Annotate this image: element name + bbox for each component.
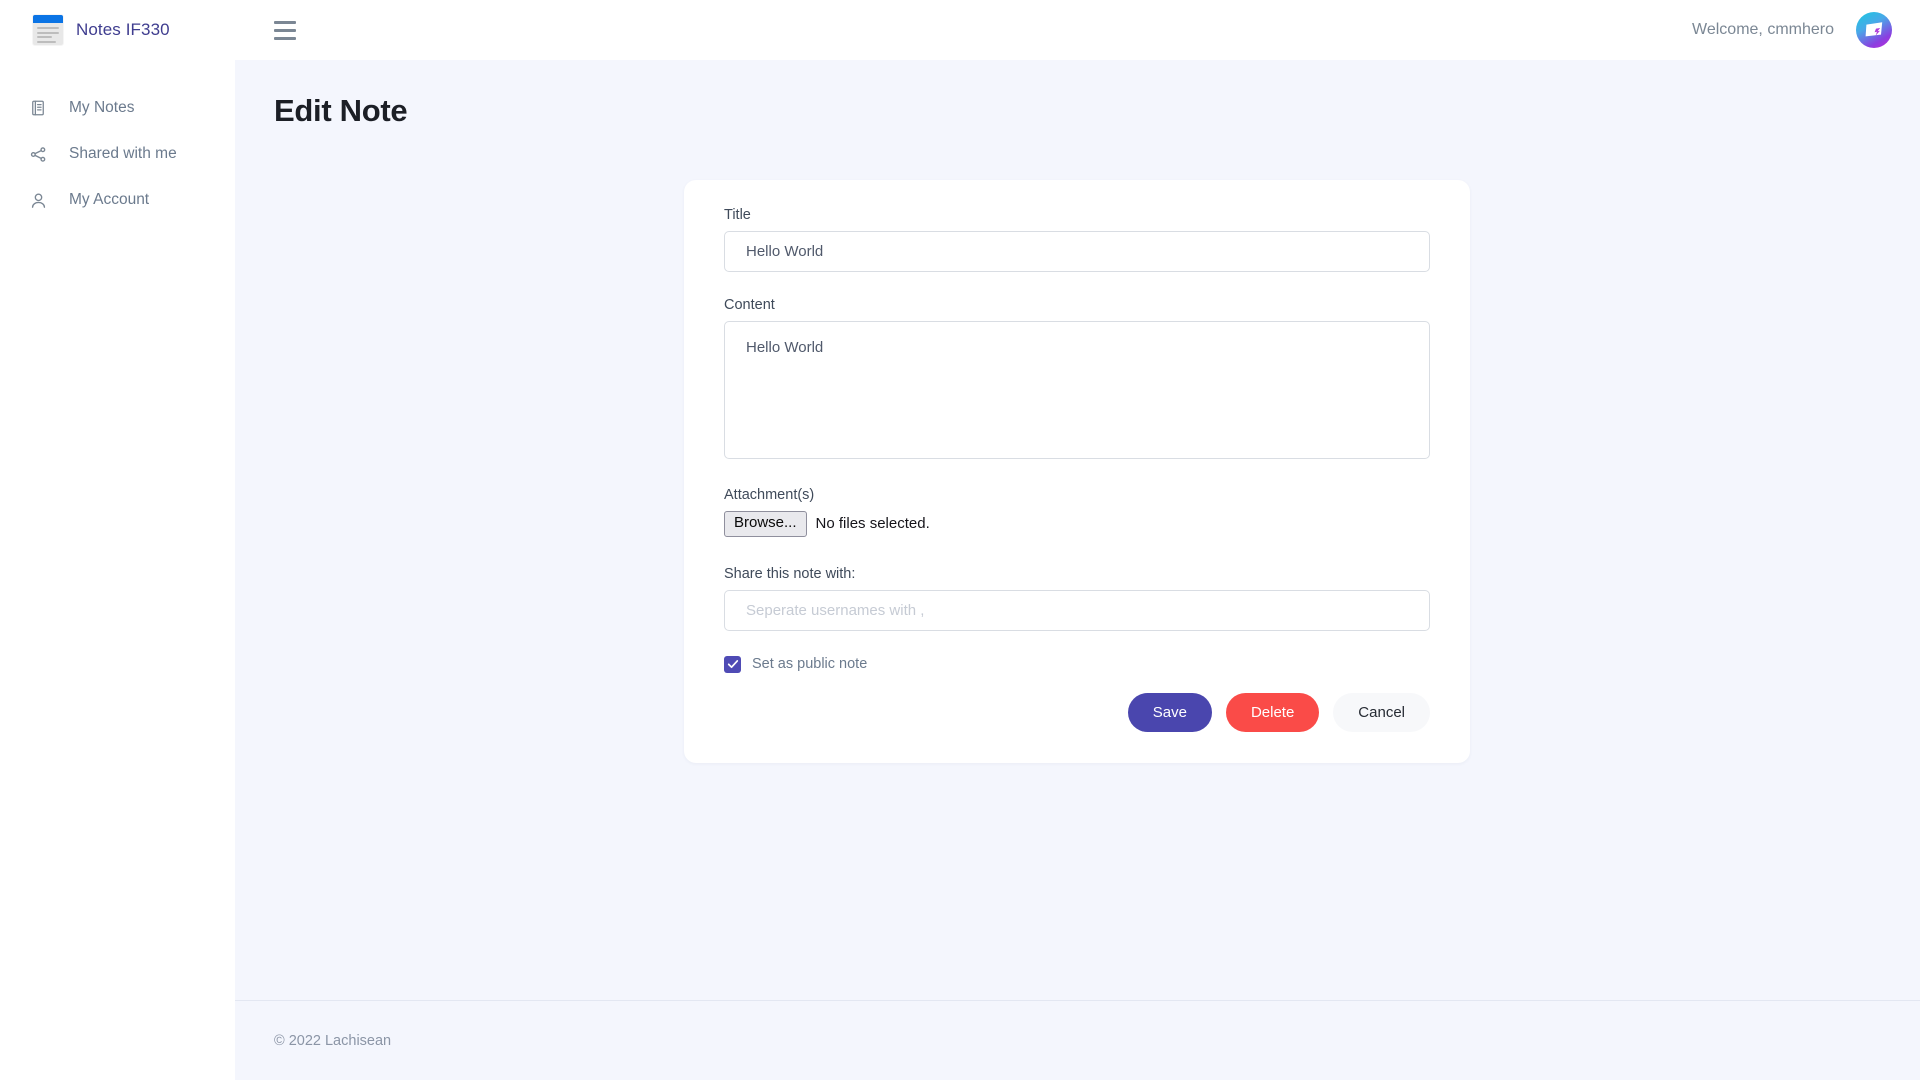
notes-document-icon (33, 15, 63, 45)
share-label: Share this note with: (724, 565, 856, 582)
sidebar-label-my-notes: My Notes (69, 99, 135, 116)
share-usernames-input[interactable] (724, 589, 1430, 631)
user-avatar[interactable] (1856, 12, 1892, 48)
copyright-text: © 2022 Lachisean (274, 1032, 392, 1049)
browse-files-button[interactable]: Browse... (724, 511, 807, 537)
public-note-label[interactable]: Set as public note (752, 656, 867, 672)
navbar-right-group: Welcome, cmmhero (1692, 12, 1892, 48)
sidebar-nav: My Notes Shared with me My Account (0, 60, 235, 1080)
form-action-buttons: Save Delete Cancel (724, 692, 1430, 732)
hamburger-menu-icon[interactable] (273, 18, 298, 42)
attachments-label: Attachment(s) (724, 487, 815, 503)
sidebar-label-my-account: My Account (69, 191, 150, 208)
public-note-checkbox-row[interactable]: Set as public note (724, 655, 1430, 673)
notes-list-icon (28, 98, 48, 118)
title-input[interactable] (724, 231, 1430, 272)
share-nodes-icon (28, 144, 48, 164)
checkmark-icon (727, 660, 738, 669)
sidebar-item-my-account[interactable]: My Account (0, 177, 235, 223)
welcome-message: Welcome, cmmhero (1692, 21, 1834, 38)
content-field-group: Content (724, 297, 1430, 459)
top-navbar: Notes IF330 Welcome, cmmhero (0, 0, 1920, 60)
cancel-button[interactable]: Cancel (1333, 692, 1430, 732)
brand-logo-link[interactable]: Notes IF330 (33, 15, 170, 45)
page-title: Edit Note (274, 93, 408, 128)
sidebar-item-my-notes[interactable]: My Notes (0, 85, 235, 131)
content-label: Content (724, 297, 775, 313)
file-selection-status: No files selected. (815, 515, 930, 533)
brand-name: Notes IF330 (76, 20, 170, 39)
attachments-field-group: Attachment(s) Browse... No files selecte… (724, 487, 1430, 537)
sidebar-item-shared-with-me[interactable]: Shared with me (0, 131, 235, 177)
title-field-group: Title (724, 207, 1430, 272)
page-footer: © 2022 Lachisean (235, 1000, 1920, 1080)
sidebar-label-shared-with-me: Shared with me (69, 145, 177, 162)
content-textarea[interactable] (724, 321, 1430, 459)
edit-note-form-card: Title Content Attachment(s) Browse... No… (684, 180, 1470, 763)
main-content-area: Edit Note Title Content Attachment(s) Br… (235, 60, 1920, 1080)
user-person-icon (28, 190, 48, 210)
share-field-group: Share this note with: (724, 566, 1430, 631)
title-label: Title (724, 207, 751, 223)
file-input-row: Browse... No files selected. (724, 511, 1430, 537)
delete-button[interactable]: Delete (1225, 692, 1320, 732)
avatar-screen-bolt-icon (1865, 22, 1883, 37)
save-button[interactable]: Save (1127, 692, 1212, 732)
public-note-checkbox[interactable] (724, 655, 741, 673)
